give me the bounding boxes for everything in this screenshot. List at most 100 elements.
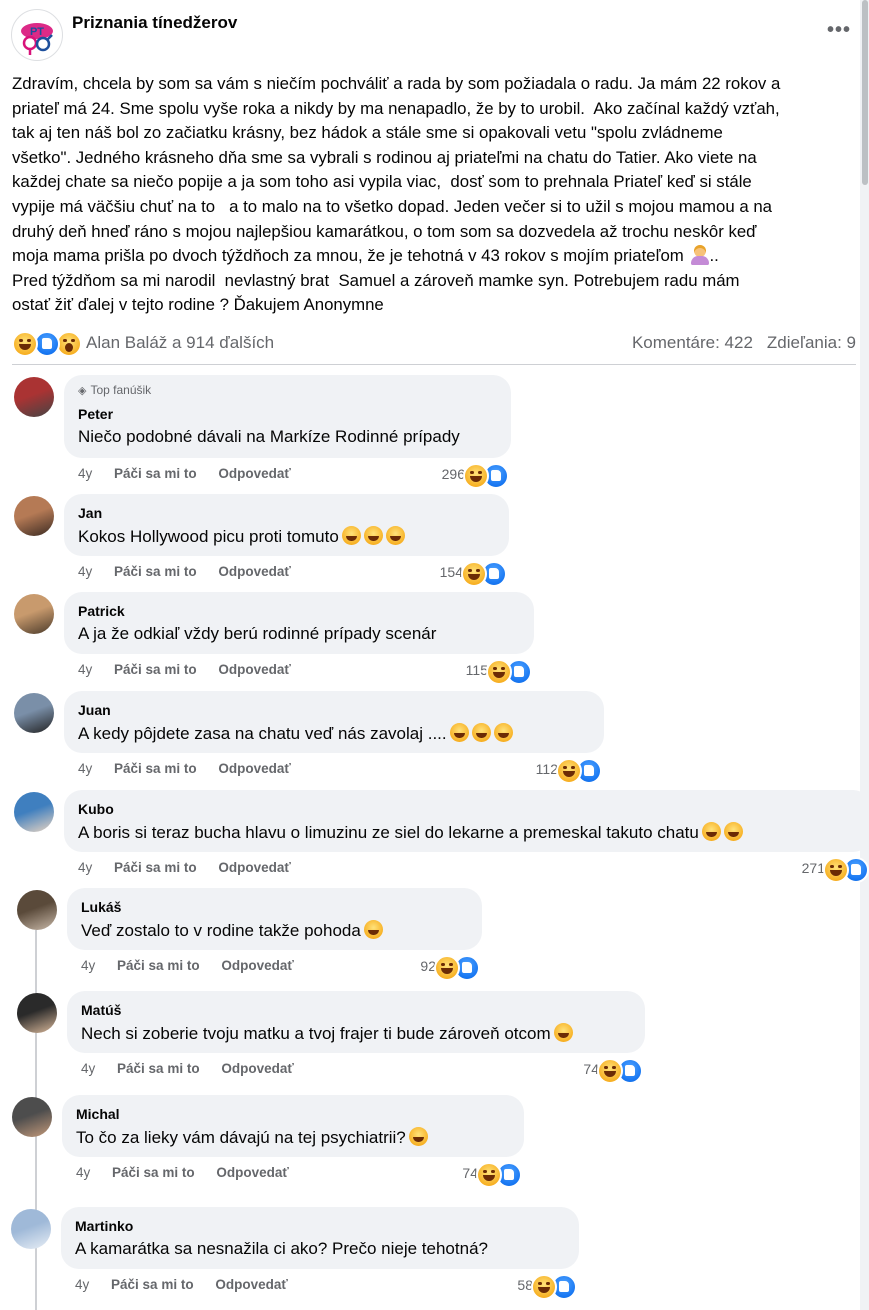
comment-reaction-count[interactable]: 74 [495,1058,645,1084]
post-stats: Komentáre: 422 Zdieľania: 9 [618,333,856,353]
comment-reaction-count[interactable]: 74 [374,1162,524,1188]
like-button[interactable]: Páči sa mi to [111,1277,194,1292]
reply-button[interactable]: Odpovedať [218,662,290,677]
avatar[interactable] [17,993,57,1033]
comment-bubble: Patrick A ja že odkiaľ vždy berú rodinné… [64,592,534,654]
comment-author[interactable]: Michal [76,1106,120,1122]
comment: Kubo A boris si teraz bucha hlavu o limu… [0,790,869,892]
comment-author[interactable]: Peter [78,406,113,422]
like-button[interactable]: Páči sa mi to [117,958,200,973]
comment: ◈ Top fanúšik Peter Niečo podobné dávali … [0,375,860,498]
haha-icon [461,561,487,587]
post-body-text: Zdravím, chcela by som sa vám s niečím p… [12,74,781,266]
emoji-icon [723,822,743,841]
emoji-icon [363,526,383,545]
haha-icon [463,463,489,489]
comment-age[interactable]: 4y [78,662,92,677]
comment-bubble: Lukáš Veď zostalo to v rodine takže poho… [67,888,482,950]
comment-author[interactable]: Lukáš [81,899,121,915]
comment-age[interactable]: 4y [75,1277,89,1292]
reactions-bar: Alan Baláž a 914 ďalších Komentáre: 422 Z… [12,330,856,357]
post-header: PT Priznania tínedžerov ••• [11,9,851,61]
reply-button[interactable]: Odpovedať [218,761,290,776]
emoji-icon [471,723,491,742]
haha-icon [597,1058,623,1084]
like-button[interactable]: Páči sa mi to [114,466,197,481]
comment-text: To čo za lieky vám dávajú na tej psychia… [76,1127,428,1148]
comment-text: A ja že odkiaľ vždy berú rodinné prípady… [78,624,437,643]
comment-author[interactable]: Patrick [78,603,125,619]
comment-age[interactable]: 4y [81,958,95,973]
like-button[interactable]: Páči sa mi to [112,1165,195,1180]
reply-button[interactable]: Odpovedať [221,1061,293,1076]
comment-actions: 4y Páči sa mi to Odpovedať [78,466,291,481]
more-icon[interactable]: ••• [827,19,851,42]
comment-age[interactable]: 4y [81,1061,95,1076]
like-button[interactable]: Páči sa mi to [114,761,197,776]
comment: Matúš Nech si zoberie tvoju matku a tvoj… [0,991,860,1093]
avatar[interactable] [14,693,54,733]
shares-count-link[interactable]: Zdieľania: 9 [767,333,856,352]
comment-author[interactable]: Martinko [75,1218,133,1234]
haha-icon [476,1162,502,1188]
comment-text: Nech si zoberie tvoju matku a tvoj fraje… [81,1023,573,1044]
reply-button[interactable]: Odpovedať [215,1277,287,1292]
comment-actions: 4y Páči sa mi to Odpovedať [76,1165,289,1180]
like-button[interactable]: Páči sa mi to [117,1061,200,1076]
comment-author[interactable]: Matúš [81,1002,121,1018]
page-logo[interactable]: PT [11,9,63,61]
comment-author[interactable]: Juan [78,702,111,718]
comment: Juan A kedy pôjdete zasa na chatu veď ná… [0,691,860,793]
comment-text: Niečo podobné dávali na Markíze Rodinné … [78,427,460,446]
comment-author[interactable]: Kubo [78,801,114,817]
comment-reaction-count[interactable]: 296 [361,463,511,489]
avatar[interactable] [14,792,54,832]
scrollbar[interactable] [860,0,869,1310]
avatar[interactable] [14,594,54,634]
reply-button[interactable]: Odpovedať [218,564,290,579]
comment-author[interactable]: Jan [78,505,102,521]
reaction-summary[interactable]: Alan Baláž a 914 ďalších [86,333,274,353]
comment-age[interactable]: 4y [76,1165,90,1180]
comment-reaction-count[interactable]: 154 [359,561,509,587]
reply-button[interactable]: Odpovedať [216,1165,288,1180]
comment-age[interactable]: 4y [78,466,92,481]
comment-reaction-count[interactable]: 271 [721,857,869,883]
comment-age[interactable]: 4y [78,860,92,875]
comment: Patrick A ja že odkiaľ vždy berú rodinné… [0,592,860,694]
avatar[interactable] [17,890,57,930]
scrollbar-thumb[interactable] [862,0,868,185]
comment-age[interactable]: 4y [78,564,92,579]
avatar[interactable] [12,1097,52,1137]
emoji-icon [553,1023,573,1042]
emoji-icon [341,526,361,545]
emoji-icon [701,822,721,841]
like-button[interactable]: Páči sa mi to [114,860,197,875]
reaction-count: 271 [801,860,825,876]
comment-reaction-count[interactable]: 115 [384,659,534,685]
reply-button[interactable]: Odpovedať [218,860,290,875]
comment-age[interactable]: 4y [78,761,92,776]
like-button[interactable]: Páči sa mi to [114,662,197,677]
comments-count-link[interactable]: Komentáre: 422 [632,333,753,352]
like-button[interactable]: Páči sa mi to [114,564,197,579]
haha-icon [531,1274,557,1300]
haha-icon [823,857,849,883]
comment-reaction-count[interactable]: 58 [429,1274,579,1300]
avatar[interactable] [14,496,54,536]
comment-reaction-count[interactable]: 112 [454,758,604,784]
haha-icon [486,659,512,685]
avatar[interactable] [14,377,54,417]
comment-text: A kamarátka sa nesnažila ci ako? Prečo n… [75,1239,488,1258]
reaction-count: 115 [465,662,488,678]
comment-bubble: Kubo A boris si teraz bucha hlavu o limu… [64,790,869,852]
comment-bubble: Matúš Nech si zoberie tvoju matku a tvoj… [67,991,645,1053]
comment: Martinko A kamarátka sa nesnažila ci ako… [0,1207,860,1309]
reply-button[interactable]: Odpovedať [218,466,290,481]
reply-button[interactable]: Odpovedať [221,958,293,973]
page-name[interactable]: Priznania tínedžerov [72,13,237,33]
avatar[interactable] [11,1209,51,1249]
comment-reaction-count[interactable]: 92 [332,955,482,981]
comment-actions: 4y Páči sa mi to Odpovedať [81,1061,294,1076]
haha-icon [556,758,582,784]
